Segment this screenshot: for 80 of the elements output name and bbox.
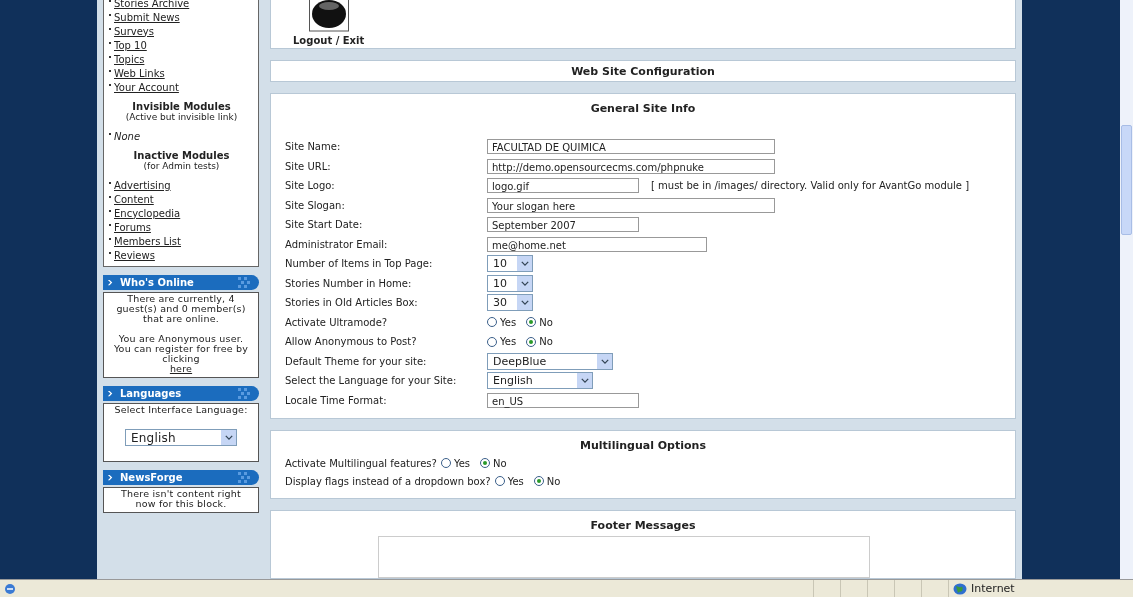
dropdown-icon xyxy=(517,256,532,272)
dropdown[interactable]: English xyxy=(487,372,593,390)
module-link[interactable]: Top 10 xyxy=(114,39,147,51)
text-field[interactable]: http://demo.opensourcecms.com/phpnuke xyxy=(487,158,775,174)
module-link[interactable]: Surveys xyxy=(114,25,154,37)
radio-label: Yes xyxy=(500,316,517,328)
module-link[interactable]: Submit News xyxy=(114,11,180,23)
radio-label: Yes xyxy=(453,457,471,469)
dropdown[interactable]: DeepBlue xyxy=(487,352,613,370)
group-title: Inactive Modules xyxy=(132,150,231,161)
group-subtitle: (Active but invisible link) xyxy=(124,112,239,122)
radio-label: No xyxy=(539,316,553,328)
dropdown[interactable]: 30 xyxy=(487,294,533,312)
scrollbar[interactable] xyxy=(1120,0,1133,579)
section-title: Footer Messages xyxy=(589,519,697,532)
text-field[interactable]: Your slogan here xyxy=(487,197,775,213)
field-label: Site URL: xyxy=(285,161,332,171)
radio-label: No xyxy=(546,475,561,487)
field-label: Site Slogan: xyxy=(285,200,346,210)
module-link[interactable]: Your Account xyxy=(114,81,179,93)
section-title: General Site Info xyxy=(589,102,697,115)
dropdown-icon xyxy=(221,430,236,445)
chevron-icon xyxy=(107,279,114,286)
group-title: Invisible Modules xyxy=(131,101,232,112)
field-label: Locale Time Format: xyxy=(285,395,388,405)
dropdown-icon xyxy=(577,373,592,389)
globe-icon xyxy=(953,582,967,595)
field-label: Allow Anonymous to Post? xyxy=(285,337,418,347)
dropdown[interactable]: 10 xyxy=(487,274,533,292)
field-label: Number of Items in Top Page: xyxy=(285,259,434,269)
module-link[interactable]: Topics xyxy=(114,53,145,65)
field-label: Activate Multilingual features? xyxy=(285,457,437,469)
register-link[interactable]: here xyxy=(169,364,193,374)
dropdown-icon xyxy=(517,295,532,311)
group-subtitle: (for Admin tests) xyxy=(142,161,221,171)
block-text: Select Interface Language: xyxy=(113,405,249,415)
language-select[interactable]: English xyxy=(125,429,237,446)
chevron-icon xyxy=(107,474,114,481)
radio-label: No xyxy=(493,457,507,469)
module-link[interactable]: Forums xyxy=(114,221,151,233)
field-label: Select the Language for your Site: xyxy=(285,376,458,386)
text-field[interactable]: logo.gif xyxy=(487,178,639,194)
field-label: Site Logo: xyxy=(285,181,336,191)
field-label: Administrator Email: xyxy=(285,239,389,249)
text-field[interactable]: me@home.net xyxy=(487,236,707,252)
field-label: Default Theme for your site: xyxy=(285,356,428,366)
field-label: Activate Ultramode? xyxy=(285,317,389,327)
field-label: Display flags instead of a dropdown box? xyxy=(285,475,491,487)
module-link[interactable]: Encyclopedia xyxy=(114,207,181,219)
field-label: Stories Number in Home: xyxy=(285,278,413,288)
block-text: There are currently, 4 guest(s) and 0 member(s) that are online. xyxy=(115,294,247,324)
module-link[interactable]: Advertising xyxy=(114,179,171,191)
field-label: Site Name: xyxy=(285,142,342,152)
dropdown[interactable]: 10 xyxy=(487,255,533,273)
radio-label: Yes xyxy=(500,336,517,348)
field-label: Site Start Date: xyxy=(285,220,364,230)
security-zone: Internet xyxy=(971,582,1015,595)
page-icon xyxy=(4,582,16,595)
dropdown-icon xyxy=(517,275,532,291)
section-title: Multilingual Options xyxy=(579,439,707,452)
module-link[interactable]: Members List xyxy=(114,235,181,247)
text-field[interactable]: September 2007 xyxy=(487,217,639,233)
field-note: [ must be in /images/ directory. Valid only for AvantGo module ] xyxy=(651,179,970,191)
chevron-icon xyxy=(107,390,114,397)
radio-label: Yes xyxy=(507,475,524,487)
block-title: Who's Online xyxy=(120,277,195,288)
block-text: There isn't content right now for this block. xyxy=(120,489,242,509)
field-label: Stories in Old Articles Box: xyxy=(285,298,419,308)
module-link[interactable]: Reviews xyxy=(114,249,155,261)
block-title: Languages xyxy=(120,388,183,399)
logout-label[interactable]: Logout / Exit xyxy=(293,35,365,46)
text-field[interactable]: en_US xyxy=(487,392,639,408)
block-title: NewsForge xyxy=(120,472,184,483)
page-heading: Web Site Configuration xyxy=(571,64,715,78)
module-link[interactable]: Content xyxy=(114,193,154,205)
module-none: None xyxy=(114,130,141,142)
dropdown-icon xyxy=(597,353,612,369)
radio-label: No xyxy=(539,336,553,348)
text-field[interactable]: FACULTAD DE QUIMICA xyxy=(487,139,775,155)
module-link[interactable]: Web Links xyxy=(114,67,165,79)
